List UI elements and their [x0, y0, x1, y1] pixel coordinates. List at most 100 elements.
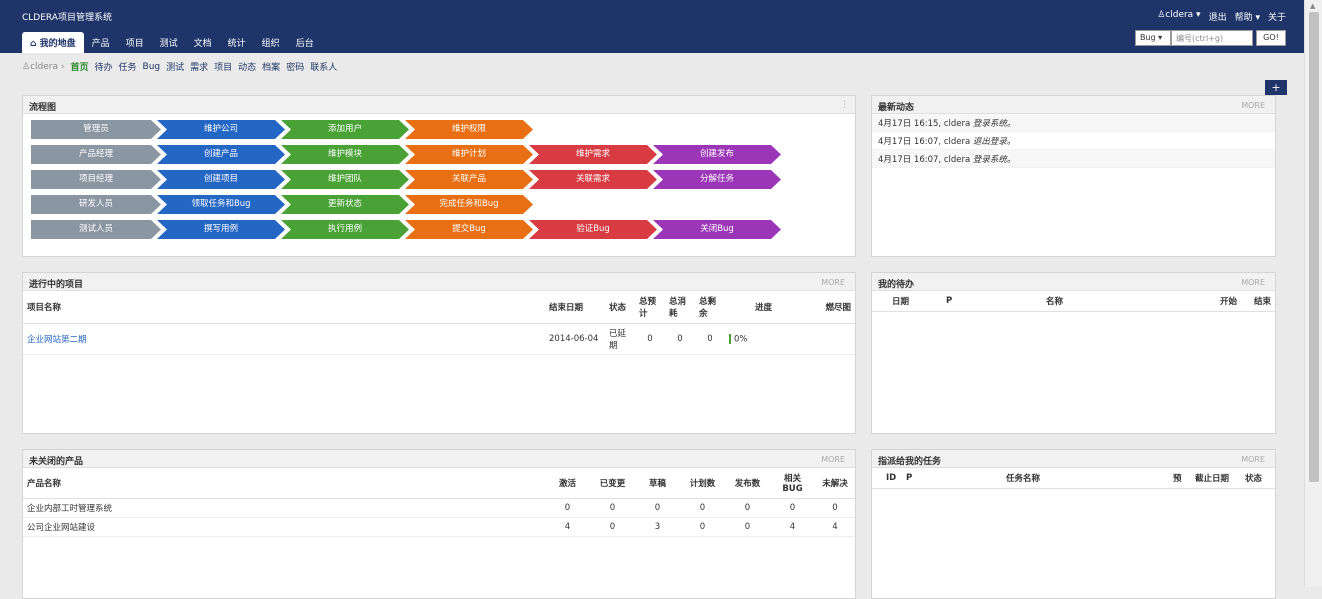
col-name[interactable]: 任务名称 — [1002, 468, 1169, 489]
logout-link[interactable]: 退出 — [1209, 10, 1227, 23]
more-link[interactable]: MORE — [821, 455, 845, 464]
tab-my-space[interactable]: ⌂ 我的地盘 — [22, 32, 84, 53]
subnav-home[interactable]: 首页 — [70, 60, 88, 73]
sub-nav: ♙cldera › 首页 待办 任务 Bug 测试 需求 项目 动态 档案 密码… — [22, 60, 337, 74]
col-active[interactable]: 激活 — [545, 468, 590, 499]
subnav-test[interactable]: 测试 — [166, 60, 184, 73]
breadcrumb-user[interactable]: ♙cldera › — [22, 62, 64, 72]
tab-project[interactable]: 项目 — [118, 32, 152, 53]
col-name[interactable]: 项目名称 — [23, 291, 545, 324]
product-name[interactable]: 企业内部工时管理系统 — [23, 498, 545, 518]
cell: 0 — [770, 498, 815, 518]
flowchart-header: 流程图 ⋮ — [23, 96, 855, 114]
col-name[interactable]: 产品名称 — [23, 468, 545, 499]
search-input[interactable]: 编号(ctrl+g) — [1171, 30, 1253, 46]
panel-title: 未关闭的产品 — [29, 457, 84, 467]
user-name: cldera ▾ — [1165, 10, 1201, 20]
activity-text: 4月17日 16:07, cldera — [878, 155, 973, 165]
col-releases[interactable]: 发布数 — [725, 468, 770, 499]
subnav-task[interactable]: 任务 — [119, 60, 137, 73]
col-draft[interactable]: 草稿 — [635, 468, 680, 499]
tab-doc[interactable]: 文档 — [186, 32, 220, 53]
scroll-up-icon[interactable]: ▲ — [1310, 2, 1315, 10]
activity-action-link[interactable]: 登录系统。 — [973, 155, 1016, 165]
activity-action-link[interactable]: 登录系统。 — [973, 119, 1016, 129]
flow-step: 创建产品 — [157, 145, 285, 164]
search-go-button[interactable]: GO! — [1256, 30, 1286, 46]
flow-row: 项目经理 创建项目 维护团队 关联产品 关联需求 分解任务 — [31, 170, 777, 189]
search-type-select[interactable]: Bug ▾ — [1135, 30, 1171, 46]
app-title[interactable]: CLDERA项目管理系统 — [22, 10, 112, 23]
subnav-password[interactable]: 密码 — [286, 60, 304, 73]
col-changed[interactable]: 已变更 — [590, 468, 635, 499]
flow-step: 维护公司 — [157, 120, 285, 139]
tab-report[interactable]: 统计 — [220, 32, 254, 53]
col-left[interactable]: 总剩余 — [695, 291, 725, 324]
about-link[interactable]: 关于 — [1268, 10, 1286, 23]
activity-item: 4月17日 16:07, cldera 登录系统。 — [872, 150, 1275, 168]
col-date[interactable]: 日期 — [872, 291, 942, 312]
tasks-panel: 指派给我的任务 MORE ID P 任务名称 预 截止日期 状态 — [871, 449, 1276, 599]
flow-step: 验证Bug — [529, 220, 657, 239]
cell: 0 — [590, 517, 635, 537]
tab-product[interactable]: 产品 — [84, 32, 118, 53]
col-bugs[interactable]: 相关BUG — [770, 468, 815, 499]
flow-row: 测试人员 撰写用例 执行用例 提交Bug 验证Bug 关闭Bug — [31, 220, 777, 239]
more-link[interactable]: MORE — [1241, 455, 1265, 464]
table-row: 公司企业网站建设 4 0 3 0 0 4 4 — [23, 517, 855, 537]
table-header-row: 日期 P 名称 开始 结束 — [872, 291, 1275, 312]
col-plans[interactable]: 计划数 — [680, 468, 725, 499]
project-consumed: 0 — [665, 323, 695, 355]
panel-title: 我的待办 — [878, 280, 915, 290]
col-status[interactable]: 状态 — [1241, 468, 1275, 489]
project-name-link[interactable]: 企业网站第二期 — [23, 323, 545, 355]
scrollbar-thumb[interactable] — [1309, 12, 1319, 482]
panel-title: 进行中的项目 — [29, 280, 84, 290]
tab-test[interactable]: 测试 — [152, 32, 186, 53]
projects-panel: 进行中的项目 MORE 项目名称 结束日期 状态 总预计 总消耗 总剩余 进度 … — [22, 272, 856, 434]
tab-company[interactable]: 组织 — [254, 32, 288, 53]
col-deadline[interactable]: 截止日期 — [1191, 468, 1241, 489]
col-estimate[interactable]: 总预计 — [635, 291, 665, 324]
flow-step: 分解任务 — [653, 170, 781, 189]
cell: 0 — [680, 498, 725, 518]
subnav-todo[interactable]: 待办 — [94, 60, 112, 73]
subnav-story[interactable]: 需求 — [190, 60, 208, 73]
flow-step: 关联需求 — [529, 170, 657, 189]
panel-menu-icon[interactable]: ⋮ — [840, 100, 849, 110]
page-scrollbar[interactable]: ▲ — [1304, 0, 1322, 587]
col-consumed[interactable]: 总消耗 — [665, 291, 695, 324]
flow-step: 关闭Bug — [653, 220, 781, 239]
subnav-project[interactable]: 项目 — [214, 60, 232, 73]
tab-admin[interactable]: 后台 — [288, 32, 322, 53]
col-burn: 燃尽图 — [795, 291, 855, 324]
project-estimate: 0 — [635, 323, 665, 355]
help-menu[interactable]: 帮助 ▾ — [1235, 10, 1260, 23]
col-priority[interactable]: P — [902, 468, 1002, 489]
tab-label: 我的地盘 — [39, 39, 76, 49]
subnav-contacts[interactable]: 联系人 — [310, 60, 337, 73]
user-menu[interactable]: ♙cldera ▾ — [1157, 10, 1200, 23]
subnav-bug[interactable]: Bug — [143, 62, 161, 72]
product-name[interactable]: 公司企业网站建设 — [23, 517, 545, 537]
activity-action-link[interactable]: 退出登录。 — [973, 137, 1016, 147]
col-name[interactable]: 名称 — [1042, 291, 1201, 312]
subnav-dynamic[interactable]: 动态 — [238, 60, 256, 73]
col-end[interactable]: 结束日期 — [545, 291, 605, 324]
subnav-profile[interactable]: 档案 — [262, 60, 280, 73]
col-id[interactable]: ID — [872, 468, 902, 489]
col-estimate[interactable]: 预 — [1169, 468, 1191, 489]
col-end[interactable]: 结束 — [1241, 291, 1275, 312]
col-unresolved[interactable]: 未解决 — [815, 468, 855, 499]
col-begin[interactable]: 开始 — [1201, 291, 1241, 312]
more-link[interactable]: MORE — [1241, 278, 1265, 287]
col-status[interactable]: 状态 — [605, 291, 635, 324]
more-link[interactable]: MORE — [821, 278, 845, 287]
activity-text: 4月17日 16:15, cldera — [878, 119, 973, 129]
cell: 0 — [815, 498, 855, 518]
col-priority[interactable]: P — [942, 291, 1042, 312]
more-link[interactable]: MORE — [1241, 101, 1265, 110]
add-block-button[interactable]: + — [1265, 80, 1287, 95]
flow-row: 管理员 维护公司 添加用户 维护权限 — [31, 120, 777, 139]
tasks-header: 指派给我的任务 MORE — [872, 450, 1275, 468]
